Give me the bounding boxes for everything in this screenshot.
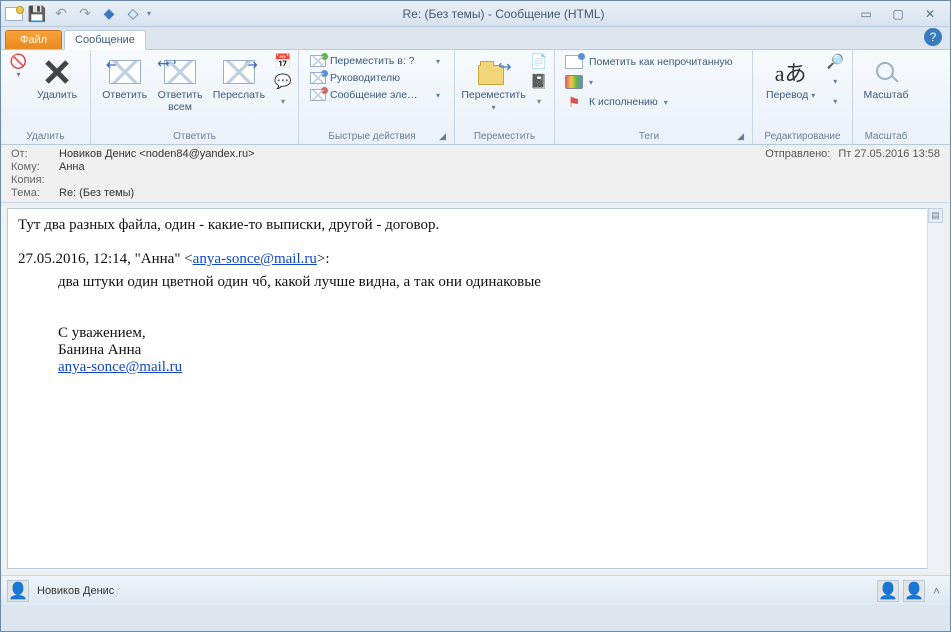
body-line: Тут два разных файла, один - какие-то вы… <box>18 217 933 234</box>
meeting-icon[interactable]: 📅 <box>274 53 292 69</box>
qa-team-email[interactable]: Сообщение эле…▾ <box>305 87 445 103</box>
delete-button[interactable]: Удалить <box>30 53 84 105</box>
to-label: Кому: <box>11 161 59 173</box>
im-icon[interactable]: 💬 <box>274 73 292 89</box>
group-respond-title: Ответить <box>97 129 292 142</box>
from-label: От: <box>11 148 59 160</box>
to-value: Анна <box>59 161 940 173</box>
categorize-button[interactable]: ▾ <box>561 73 597 91</box>
translate-button[interactable]: aあ Перевод ▾ <box>759 53 822 105</box>
quoted-email-link[interactable]: anya-sonce@mail.ru <box>193 251 317 267</box>
ignore-button[interactable]: 🚫 ▾ <box>9 53 28 79</box>
avatar-small-icon-2[interactable]: 👤 <box>903 580 925 602</box>
tab-file[interactable]: Файл <box>5 30 62 49</box>
forward-button[interactable]: Переслать <box>208 53 270 105</box>
select-icon[interactable]: ▾ <box>826 93 844 109</box>
message-body-wrap: Тут два разных файла, один - какие-то вы… <box>1 203 950 575</box>
move-button[interactable]: ↪ Переместить ▾ <box>461 53 526 116</box>
reply-all-button[interactable]: Ответить всем <box>152 53 207 116</box>
app-mail-icon[interactable] <box>5 7 23 21</box>
window-title: Re: (Без темы) - Сообщение (HTML) <box>151 7 856 21</box>
minimize-button[interactable]: ▭ <box>856 6 876 22</box>
related-icon[interactable]: ▾ <box>826 73 844 89</box>
sent-label: Отправлено: <box>765 148 838 160</box>
cc-label: Копия: <box>11 174 59 186</box>
people-pane: 👤 Новиков Денис 👤 👤 ˄ <box>1 575 950 605</box>
save-icon[interactable]: 💾 <box>27 4 47 24</box>
subject-value: Re: (Без темы) <box>59 187 940 199</box>
scroll-top-icon[interactable]: ▤ <box>928 208 943 223</box>
expand-people-pane[interactable]: ˄ <box>929 584 944 598</box>
ribbon-tabs: Файл Сообщение ? <box>1 27 950 50</box>
signature-name: Банина Анна <box>58 342 933 359</box>
group-zoom-title: Масштаб <box>859 129 913 142</box>
quote-header: 27.05.2016, 12:14, "Анна" <anya-sonce@ma… <box>18 251 933 268</box>
find-icon[interactable]: 🔎 <box>826 53 844 69</box>
more-respond-icon[interactable]: ▾ <box>274 93 292 109</box>
quick-access-toolbar: 💾 ↶ ↶ ◆ ◇ ▾ <box>5 4 151 24</box>
title-bar: 💾 ↶ ↶ ◆ ◇ ▾ Re: (Без темы) - Сообщение (… <box>1 1 950 27</box>
reply-button[interactable]: Ответить <box>97 53 152 105</box>
cc-value <box>59 174 940 186</box>
sent-value: Пт 27.05.2016 13:58 <box>838 148 940 160</box>
prev-item-icon[interactable]: ◆ <box>99 4 119 24</box>
followup-button[interactable]: ⚑К исполнению ▾ <box>561 93 672 111</box>
mark-unread-button[interactable]: Пометить как непрочитанную <box>561 53 737 71</box>
qa-move-to[interactable]: Переместить в: ?▾ <box>305 53 445 69</box>
qa-launcher[interactable]: ◢ <box>439 131 446 142</box>
contact-name: Новиков Денис <box>37 585 869 597</box>
avatar-small-icon[interactable]: 👤 <box>877 580 899 602</box>
next-item-icon[interactable]: ◇ <box>123 4 143 24</box>
group-tags-title: Теги◢ <box>561 129 746 142</box>
ribbon: 🚫 ▾ Удалить Удалить Ответить Ответить вс… <box>1 50 950 145</box>
onenote-icon[interactable]: 📓 <box>530 73 548 89</box>
signature-email-link[interactable]: anya-sonce@mail.ru <box>58 359 182 375</box>
close-button[interactable]: ✕ <box>920 6 940 22</box>
help-icon[interactable]: ? <box>924 28 942 46</box>
maximize-button[interactable]: ▢ <box>888 6 908 22</box>
zoom-button[interactable]: Масштаб <box>859 53 913 105</box>
signature-line: С уважением, <box>58 325 933 342</box>
qa-to-manager[interactable]: Руководителю <box>305 70 445 86</box>
quote-line: два штуки один цветной один чб, какой лу… <box>58 274 933 291</box>
message-body[interactable]: Тут два разных файла, один - какие-то вы… <box>7 208 944 569</box>
group-edit-title: Редактирование <box>759 129 846 142</box>
redo-icon[interactable]: ↶ <box>75 4 95 24</box>
subject-label: Тема: <box>11 187 59 199</box>
group-delete-title: Удалить <box>7 129 84 142</box>
group-qa-title: Быстрые действия◢ <box>305 129 448 142</box>
group-move-title: Переместить <box>461 129 548 142</box>
message-header: От: Новиков Денис <noden84@yandex.ru> От… <box>1 145 950 203</box>
tags-launcher[interactable]: ◢ <box>737 131 744 142</box>
rules-icon[interactable]: 📄 <box>530 53 548 69</box>
actions-icon[interactable]: ▾ <box>530 93 548 109</box>
undo-icon[interactable]: ↶ <box>51 4 71 24</box>
tab-message[interactable]: Сообщение <box>64 30 146 50</box>
avatar-icon[interactable]: 👤 <box>7 580 29 602</box>
scrollbar[interactable]: ▤ <box>927 208 944 569</box>
from-value: Новиков Денис <noden84@yandex.ru> <box>59 148 765 160</box>
